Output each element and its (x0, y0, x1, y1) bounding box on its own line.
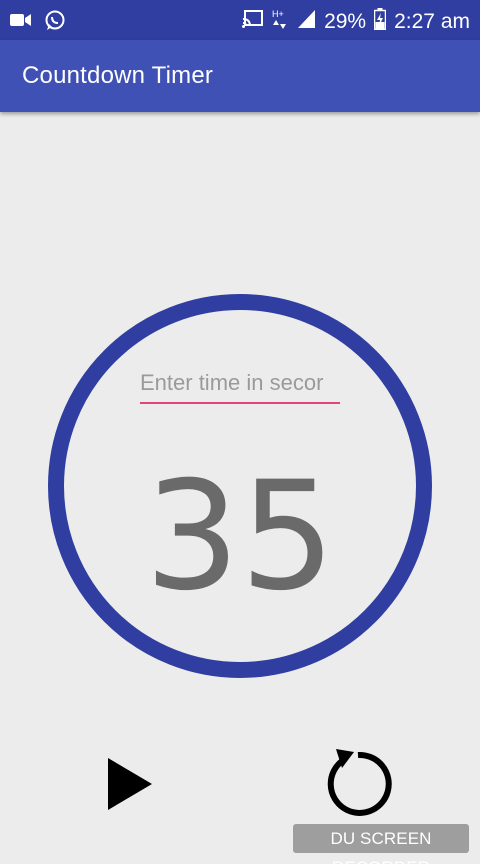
battery-percent: 29% (324, 10, 367, 33)
app-bar: Countdown Timer (0, 40, 480, 112)
cast-icon (242, 9, 264, 35)
refresh-icon (327, 749, 392, 816)
app-title: Countdown Timer (22, 62, 214, 89)
status-bar-notifications (10, 9, 66, 36)
svg-text:H+: H+ (272, 9, 284, 19)
status-bar-system: H+ 29% 2:27 am (242, 8, 470, 36)
reset-button[interactable] (322, 744, 394, 816)
screen-recorder-watermark: DU SCREEN RECORDER (293, 824, 469, 864)
battery-charging-icon (373, 8, 387, 36)
signal-icon (296, 9, 316, 35)
play-icon (108, 758, 152, 810)
app-screen: H+ 29% 2:27 am Countdown Timer Enter tim… (0, 0, 480, 864)
video-camera-icon (10, 12, 32, 33)
time-seconds-input[interactable] (140, 364, 340, 404)
play-button[interactable] (100, 752, 160, 816)
countdown-value: 35 (144, 450, 336, 624)
whatsapp-icon (44, 9, 66, 36)
network-arrows-icon: H+ (272, 8, 288, 36)
status-bar: H+ 29% 2:27 am (0, 0, 480, 40)
clock: 2:27 am (394, 10, 470, 33)
